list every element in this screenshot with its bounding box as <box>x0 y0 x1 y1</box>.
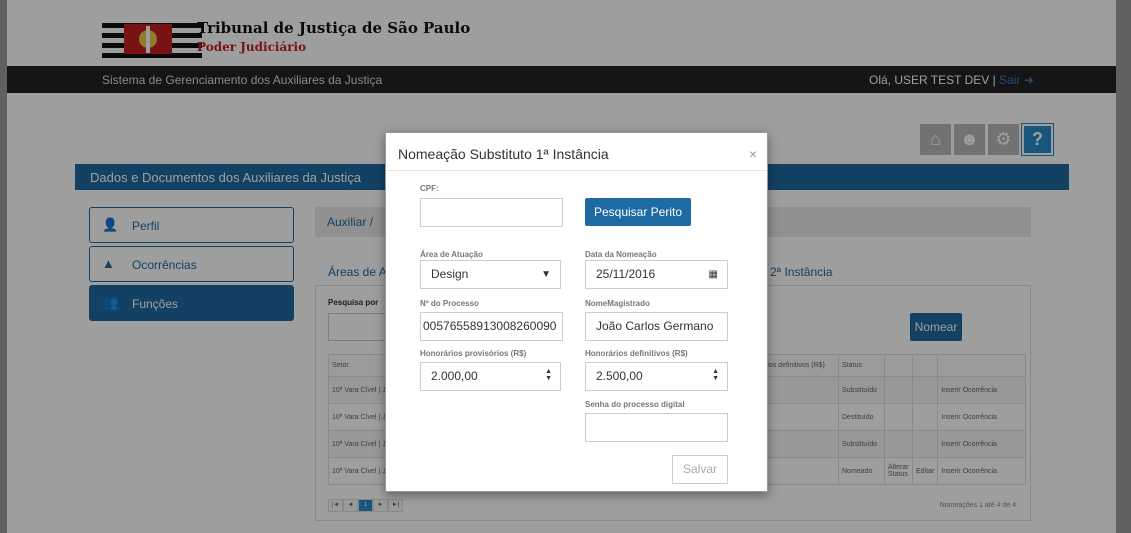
pwd-label: Senha do processo digital <box>585 400 685 409</box>
area-select-value: Design <box>431 267 469 281</box>
date-input[interactable]: 25/11/2016 ▦ <box>585 260 728 289</box>
close-icon[interactable]: × <box>749 146 757 162</box>
judge-label: NomeMagistrado <box>585 299 650 308</box>
pesquisar-perito-button[interactable]: Pesquisar Perito <box>585 198 691 226</box>
process-label: Nº do Processo <box>420 299 479 308</box>
def-input[interactable]: 2.500,00 ▲ ▼ <box>585 362 728 391</box>
modal-title: Nomeação Substituto 1ª Instância <box>398 146 609 162</box>
judge-input[interactable]: João Carlos Germano <box>585 312 728 341</box>
def-value: 2.500,00 <box>596 369 643 383</box>
prov-input[interactable]: 2.000,00 ▲ ▼ <box>420 362 561 391</box>
spinner-icon[interactable]: ▲ ▼ <box>712 368 719 382</box>
prov-label: Honorários provisórios (R$) <box>420 349 527 358</box>
cpf-label: CPF: <box>420 184 439 193</box>
dropdown-caret-icon: ▼ <box>541 269 551 280</box>
prov-value: 2.000,00 <box>431 369 478 383</box>
calendar-icon[interactable]: ▦ <box>709 261 718 288</box>
spinner-icon[interactable]: ▲ ▼ <box>545 368 552 382</box>
nomeacao-modal: Nomeação Substituto 1ª Instância × CPF: … <box>385 132 768 492</box>
process-input[interactable]: 00576558913008260090 <box>420 312 563 341</box>
cpf-input[interactable] <box>420 198 563 227</box>
area-label: Área de Atuação <box>420 250 483 259</box>
salvar-button[interactable]: Salvar <box>672 455 728 484</box>
pwd-input[interactable] <box>585 413 728 442</box>
def-label: Honorários definitivos (R$) <box>585 349 688 358</box>
date-label: Data da Nomeação <box>585 250 657 259</box>
date-value: 25/11/2016 <box>596 267 656 281</box>
modal-header: Nomeação Substituto 1ª Instância × <box>386 133 767 171</box>
area-select[interactable]: Design ▼ <box>420 260 561 289</box>
